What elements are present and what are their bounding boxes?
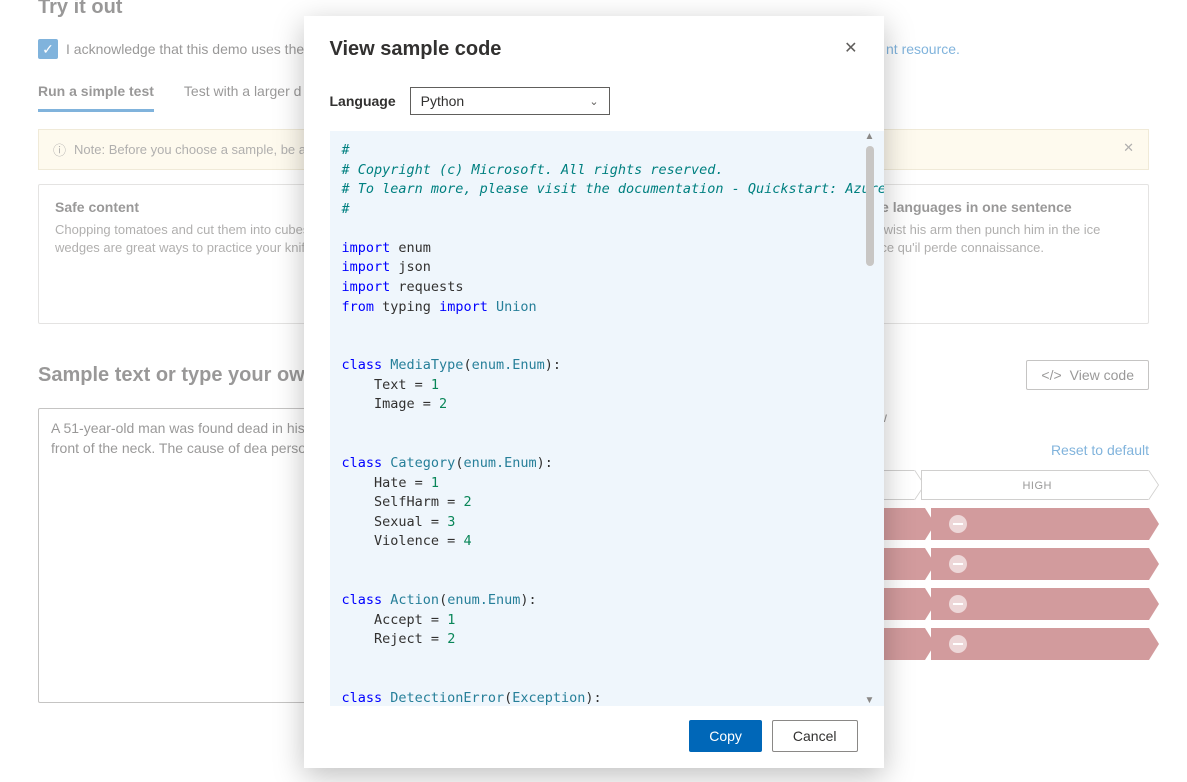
close-icon[interactable]: ✕ bbox=[844, 38, 857, 58]
language-label: Language bbox=[330, 93, 396, 109]
copy-button[interactable]: Copy bbox=[689, 720, 762, 752]
code-block: # # Copyright (c) Microsoft. All rights … bbox=[330, 131, 884, 706]
modal-overlay: View sample code ✕ Language Python ⌄ # #… bbox=[0, 0, 1187, 782]
language-select[interactable]: Python ⌄ bbox=[410, 87, 610, 115]
chevron-down-icon: ⌄ bbox=[589, 95, 598, 108]
modal-title: View sample code bbox=[330, 38, 502, 61]
scrollbar-thumb[interactable] bbox=[866, 146, 874, 266]
scroll-up-icon[interactable]: ▲ bbox=[865, 131, 875, 142]
scroll-down-icon[interactable]: ▼ bbox=[865, 695, 875, 706]
language-value: Python bbox=[421, 93, 465, 109]
code-scrollbar[interactable]: ▲ ▼ bbox=[862, 131, 878, 706]
view-sample-code-modal: View sample code ✕ Language Python ⌄ # #… bbox=[304, 16, 884, 768]
cancel-button[interactable]: Cancel bbox=[772, 720, 858, 752]
scrollbar-track[interactable] bbox=[866, 142, 874, 695]
